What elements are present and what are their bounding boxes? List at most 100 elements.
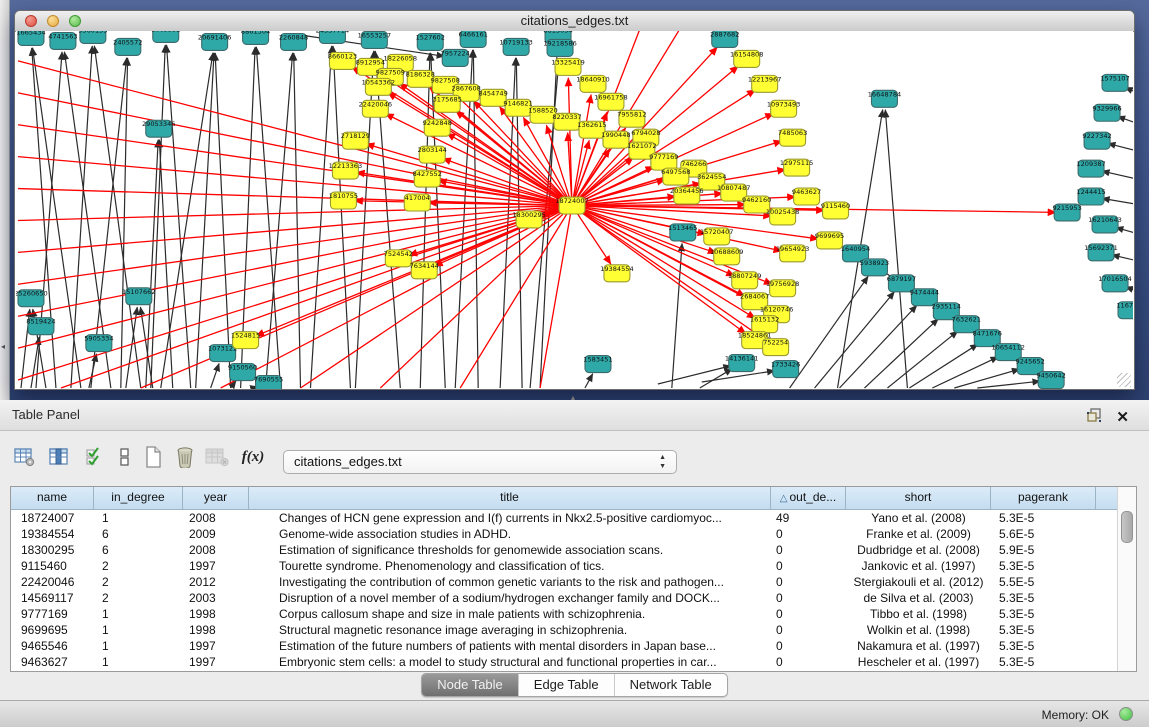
- table-cell[interactable]: 0: [771, 542, 846, 558]
- table-cell[interactable]: 9777169: [11, 606, 94, 622]
- graph-node[interactable]: 2718129: [341, 132, 370, 149]
- table-cell[interactable]: 18300295: [11, 542, 94, 558]
- graph-node[interactable]: 9227342: [1082, 132, 1111, 149]
- graph-node[interactable]: 19384554: [600, 265, 634, 282]
- table-cell[interactable]: Stergiakouli et al. (2012): [846, 574, 991, 590]
- graph-node[interactable]: 6497568: [661, 168, 690, 185]
- table-cell[interactable]: 0: [771, 638, 846, 654]
- table-cell[interactable]: 2009: [183, 526, 249, 542]
- column-header-out-de[interactable]: △out_de...: [771, 487, 846, 509]
- table-cell[interactable]: Yano et al. (2008): [846, 510, 991, 526]
- graph-node[interactable]: 19654923: [776, 245, 810, 262]
- graph-node[interactable]: 9115460: [821, 202, 850, 219]
- table-cell[interactable]: Tibbo et al. (1998): [846, 606, 991, 622]
- table-cell[interactable]: 6: [94, 542, 183, 558]
- close-window-button[interactable]: [25, 15, 37, 27]
- graph-node[interactable]: 5905334: [84, 335, 113, 352]
- table-cell[interactable]: 2012: [183, 574, 249, 590]
- table-row[interactable]: 1830029562008Estimation of significance …: [11, 542, 1136, 558]
- table-cell[interactable]: Investigating the contribution of common…: [249, 574, 771, 590]
- table-cell[interactable]: 0: [771, 590, 846, 606]
- table-cell[interactable]: 5.3E-5: [991, 558, 1096, 574]
- table-cell[interactable]: Nakamura et al. (1997): [846, 638, 991, 654]
- graph-node[interactable]: 10543362: [362, 78, 396, 95]
- table-cell[interactable]: 18724007: [11, 510, 94, 526]
- table-cell[interactable]: Embryonic stem cells: a model to study s…: [249, 654, 771, 670]
- table-cell[interactable]: 6: [94, 526, 183, 542]
- graph-node[interactable]: 9450642: [1036, 372, 1065, 389]
- graph-node[interactable]: 2260848: [279, 33, 308, 50]
- table-cell[interactable]: 5.5E-5: [991, 574, 1096, 590]
- table-cell[interactable]: 2008: [183, 510, 249, 526]
- table-cell[interactable]: 2: [94, 590, 183, 606]
- close-panel-icon[interactable]: ✕: [1116, 410, 1129, 426]
- tab-edge-table[interactable]: Edge Table: [518, 674, 614, 696]
- table-cell[interactable]: 9115460: [11, 558, 94, 574]
- table-selector-dropdown[interactable]: citations_edges.txt ▲▼: [283, 450, 677, 474]
- graph-node[interactable]: 8861304: [241, 31, 270, 44]
- table-cell[interactable]: 19384554: [11, 526, 94, 542]
- memory-status-led-icon[interactable]: [1119, 707, 1133, 721]
- graph-node[interactable]: 16961758: [594, 93, 628, 110]
- table-cell[interactable]: 0: [771, 654, 846, 670]
- graph-node[interactable]: 9463627: [792, 188, 821, 205]
- graph-node[interactable]: 1524815: [231, 332, 260, 349]
- graph-node[interactable]: 2887682: [710, 31, 739, 47]
- table-cell[interactable]: 0: [771, 606, 846, 622]
- table-row[interactable]: 946554611997Estimation of the future num…: [11, 638, 1136, 654]
- table-row[interactable]: 1872400712008Changes of HCN gene express…: [11, 510, 1136, 526]
- graph-node[interactable]: 1665434: [16, 31, 45, 45]
- delete-icon[interactable]: [172, 444, 198, 470]
- column-header-year[interactable]: year: [183, 487, 249, 509]
- table-cell[interactable]: 0: [771, 526, 846, 542]
- table-cell[interactable]: Jankovic et al. (1997): [846, 558, 991, 574]
- table-cell[interactable]: Genome-wide association studies in ADHD.: [249, 526, 771, 542]
- minimize-window-button[interactable]: [47, 15, 59, 27]
- table-cell[interactable]: Dudbridge et al. (2008): [846, 542, 991, 558]
- graph-node[interactable]: 1810755: [329, 192, 358, 209]
- graph-node[interactable]: 4741563: [48, 32, 77, 49]
- table-cell[interactable]: 5.3E-5: [991, 654, 1096, 670]
- graph-node[interactable]: 6466161: [459, 31, 488, 47]
- table-cell[interactable]: Changes of HCN gene expression and I(f) …: [249, 510, 771, 526]
- table-row[interactable]: 1938455462009Genome-wide association stu…: [11, 526, 1136, 542]
- graph-node[interactable]: 17016504: [1098, 275, 1132, 292]
- table-cell[interactable]: 22420046: [11, 574, 94, 590]
- table-cell[interactable]: 9699695: [11, 622, 94, 638]
- graph-node[interactable]: 5938923: [860, 259, 889, 276]
- table-cell[interactable]: 1998: [183, 622, 249, 638]
- graph-node[interactable]: 20364456: [670, 187, 704, 204]
- panel-divider-handle[interactable]: ▲: [563, 396, 583, 402]
- graph-node[interactable]: 12213363: [329, 162, 363, 179]
- graph-node[interactable]: 1990448: [601, 131, 630, 148]
- select-columns-icon[interactable]: [46, 444, 72, 470]
- graph-node[interactable]: 9215953: [1052, 204, 1081, 221]
- graph-node[interactable]: 14136141: [725, 355, 759, 372]
- graph-node[interactable]: 752254: [763, 339, 789, 356]
- table-cell[interactable]: 5.3E-5: [991, 638, 1096, 654]
- table-cell[interactable]: 5.6E-5: [991, 526, 1096, 542]
- float-panel-icon[interactable]: [1086, 407, 1102, 428]
- table-row[interactable]: 969969511998Structural magnetic resonanc…: [11, 622, 1136, 638]
- table-cell[interactable]: 1: [94, 606, 183, 622]
- table-cell[interactable]: de Silva et al. (2003): [846, 590, 991, 606]
- graph-node[interactable]: 16154808: [730, 50, 764, 67]
- table-cell[interactable]: 5.3E-5: [991, 590, 1096, 606]
- graph-node[interactable]: 9699695: [815, 232, 844, 249]
- graph-node[interactable]: 20691406: [198, 33, 232, 50]
- table-cell[interactable]: 9463627: [11, 654, 94, 670]
- graph-node[interactable]: 417004: [404, 194, 430, 211]
- network-canvas[interactable]: 1665434 4741563 9560155 2405572 1065532 …: [16, 31, 1133, 389]
- graph-node[interactable]: 10688609: [710, 248, 744, 265]
- graph-node[interactable]: 29053346: [142, 120, 176, 137]
- column-header-name[interactable]: name: [11, 487, 94, 509]
- table-row[interactable]: 2242004622012Investigating the contribut…: [11, 574, 1136, 590]
- graph-node[interactable]: 1615132: [750, 316, 779, 333]
- graph-node[interactable]: 8519424: [26, 318, 55, 335]
- select-rows-icon[interactable]: [82, 444, 108, 470]
- table-cell[interactable]: Franke et al. (2009): [846, 526, 991, 542]
- graph-node[interactable]: 22420046: [359, 100, 393, 117]
- table-row[interactable]: 911546021997Tourette syndrome. Phenomeno…: [11, 558, 1136, 574]
- table-cell[interactable]: 0: [771, 574, 846, 590]
- table-cell[interactable]: 1998: [183, 606, 249, 622]
